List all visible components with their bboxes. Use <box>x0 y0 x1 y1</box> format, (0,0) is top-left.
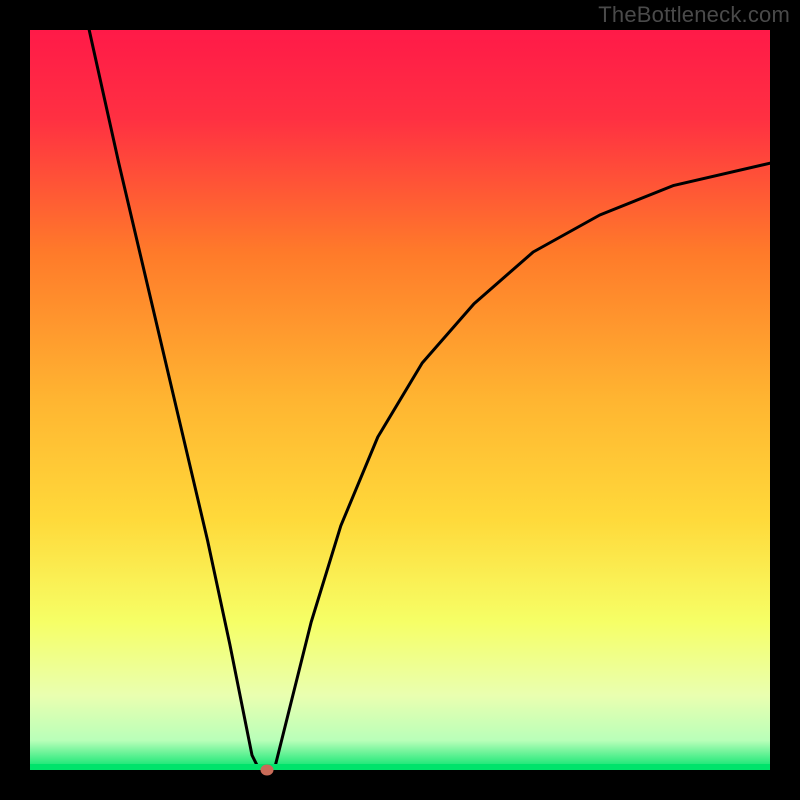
minimum-marker <box>260 765 273 776</box>
plot-area <box>30 30 770 770</box>
chart-frame: TheBottleneck.com <box>0 0 800 800</box>
baseline-strip <box>30 764 770 770</box>
watermark-text: TheBottleneck.com <box>598 2 790 28</box>
plot-svg <box>30 30 770 770</box>
